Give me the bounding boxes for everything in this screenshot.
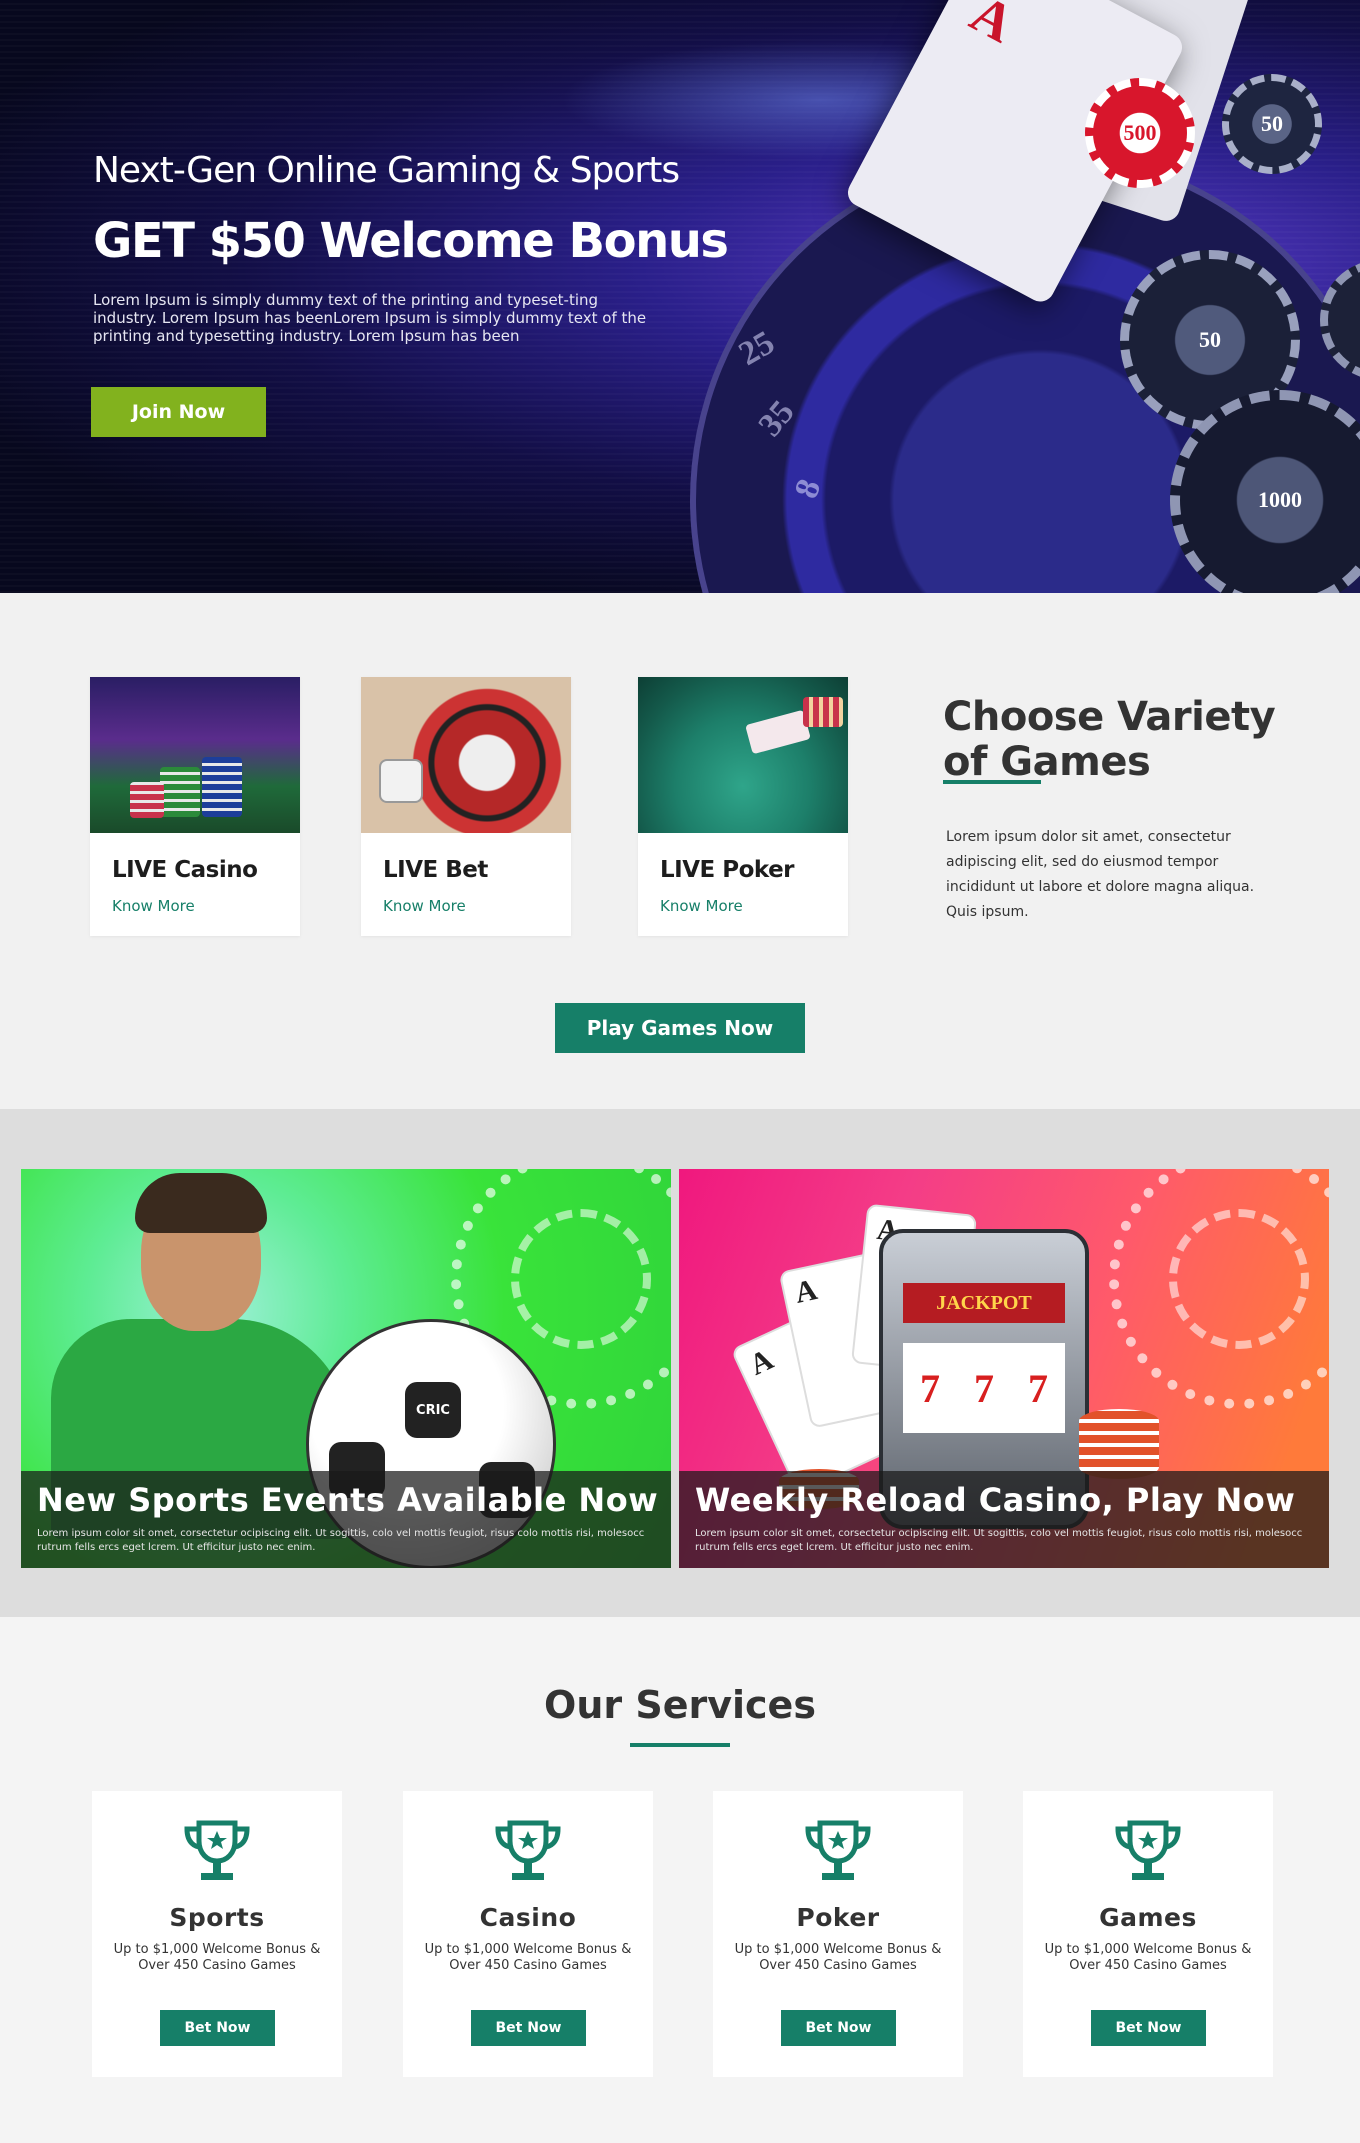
promo-description: Lorem ipsum color sit omet, corsectetur … — [695, 1528, 1303, 1553]
chip-value: 50 — [1199, 327, 1221, 352]
services-section: Our Services Sports Up to $1,000 Welcome… — [0, 1617, 1360, 2143]
service-card-games: Games Up to $1,000 Welcome Bonus & Over … — [1023, 1791, 1273, 2077]
promo-caption: New Sports Events Available Now Lorem ip… — [21, 1471, 671, 1568]
game-name: LIVE Bet — [383, 857, 488, 883]
service-name: Poker — [796, 1903, 880, 1932]
heading-underline — [630, 1743, 730, 1747]
games-section: LIVE Casino Know More LIVE Bet Know More… — [0, 593, 1360, 1109]
reel-symbol: 7 — [1028, 1365, 1048, 1411]
section-heading: Choose Variety of Games — [943, 694, 1276, 785]
trophy-icon — [1115, 1820, 1181, 1880]
live-bet-image — [361, 677, 571, 833]
mandala-decoration — [511, 1209, 651, 1349]
game-card-live-casino[interactable]: LIVE Casino Know More — [90, 677, 300, 936]
casino-chip-red: 500 — [1085, 78, 1195, 188]
service-name: Casino — [479, 1903, 577, 1932]
bet-now-button[interactable]: Bet Now — [1091, 2010, 1206, 2046]
promo-banner-sports[interactable]: CRIC New Sports Events Available Now Lor… — [21, 1169, 671, 1568]
service-description: Up to $1,000 Welcome Bonus & Over 450 Ca… — [734, 1942, 942, 1973]
hero-description: Lorem Ipsum is simply dummy text of the … — [93, 291, 647, 345]
promos-section: CRIC New Sports Events Available Now Lor… — [0, 1109, 1360, 1617]
jackpot-sign: JACKPOT — [903, 1283, 1065, 1323]
service-card-casino: Casino Up to $1,000 Welcome Bonus & Over… — [403, 1791, 653, 2077]
service-card-poker: Poker Up to $1,000 Welcome Bonus & Over … — [713, 1791, 963, 2077]
service-card-sports: Sports Up to $1,000 Welcome Bonus & Over… — [92, 1791, 342, 2077]
hero-subtitle: Next-Gen Online Gaming & Sports — [93, 150, 680, 191]
know-more-link[interactable]: Know More — [660, 897, 848, 915]
chip-value: 500 — [1123, 120, 1157, 145]
chip-value: 1000 — [1258, 487, 1302, 512]
hero-title: GET $50 Welcome Bonus — [93, 213, 729, 269]
chip-value: 50 — [1261, 111, 1283, 136]
service-description: Up to $1,000 Welcome Bonus & Over 450 Ca… — [424, 1942, 632, 1973]
game-card-live-bet[interactable]: LIVE Bet Know More — [361, 677, 571, 936]
trophy-icon — [805, 1820, 871, 1880]
ball-brand: CRIC — [405, 1382, 461, 1438]
bet-now-button[interactable]: Bet Now — [471, 2010, 586, 2046]
casino-chip-dark: 50 — [1222, 74, 1322, 174]
trophy-icon — [184, 1820, 250, 1880]
service-description: Up to $1,000 Welcome Bonus & Over 450 Ca… — [113, 1942, 321, 1973]
bet-now-button[interactable]: Bet Now — [160, 2010, 275, 2046]
know-more-link[interactable]: Know More — [112, 897, 300, 915]
game-name: LIVE Poker — [660, 857, 795, 883]
service-description: Up to $1,000 Welcome Bonus & Over 450 Ca… — [1044, 1942, 1252, 1973]
hero-content: Next-Gen Online Gaming & Sports GET $50 … — [93, 150, 733, 345]
game-name: LIVE Casino — [112, 857, 258, 883]
know-more-link[interactable]: Know More — [383, 897, 571, 915]
promo-caption: Weekly Reload Casino, Play Now Lorem ips… — [679, 1471, 1329, 1568]
trophy-icon — [495, 1820, 561, 1880]
section-description: Lorem ipsum dolor sit amet, consectetur … — [946, 829, 1255, 920]
service-name: Games — [1099, 1903, 1197, 1932]
mandala-decoration — [1169, 1209, 1309, 1349]
service-name: Sports — [169, 1903, 265, 1932]
heading-underline — [943, 780, 1041, 784]
hero-banner: 25 35 8 A 500 50 50 1000 Next-Gen Online… — [0, 0, 1360, 593]
promo-title: Weekly Reload Casino, Play Now — [695, 1481, 1296, 1519]
game-card-live-poker[interactable]: LIVE Poker Know More — [638, 677, 848, 936]
reel-symbol: 7 — [974, 1365, 994, 1411]
join-now-button[interactable]: Join Now — [91, 387, 266, 437]
player-hair-image — [135, 1173, 267, 1233]
live-poker-image — [638, 677, 848, 833]
promo-title: New Sports Events Available Now — [37, 1481, 659, 1519]
play-games-now-button[interactable]: Play Games Now — [555, 1003, 805, 1053]
promo-banner-casino[interactable]: A A A JACKPOT 7 7 7 Weekly Reload Casino… — [679, 1169, 1329, 1568]
live-casino-image — [90, 677, 300, 833]
services-heading: Our Services — [544, 1683, 816, 1727]
ace-letter: A — [961, 0, 1024, 55]
promo-description: Lorem ipsum color sit omet, corsectetur … — [37, 1528, 645, 1553]
reel-symbol: 7 — [920, 1365, 940, 1411]
chip-stack-image — [1079, 1409, 1159, 1479]
slot-reels: 7 7 7 — [903, 1343, 1065, 1433]
bet-now-button[interactable]: Bet Now — [781, 2010, 896, 2046]
